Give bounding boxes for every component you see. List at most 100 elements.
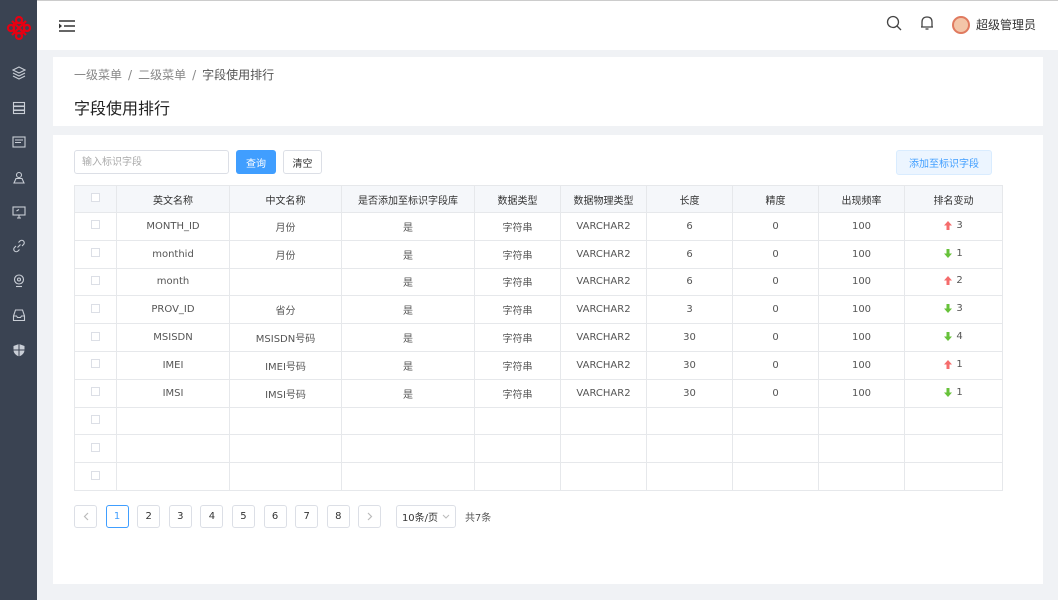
row-checkbox[interactable] — [91, 442, 100, 452]
sidebar-item-6[interactable] — [0, 229, 37, 264]
inbox-icon — [12, 309, 25, 322]
chevron-down-icon — [442, 514, 450, 519]
sidebar-item-7[interactable] — [0, 264, 37, 299]
row-select-cell[interactable] — [74, 434, 117, 464]
physical-type-cell — [560, 434, 647, 464]
bell-icon[interactable] — [920, 15, 934, 34]
row-select-cell[interactable] — [74, 239, 117, 269]
english-name-cell: IMSI — [116, 378, 230, 408]
added-cell: 是 — [341, 212, 475, 241]
next-page-button[interactable] — [358, 505, 382, 528]
row-checkbox[interactable] — [91, 387, 100, 397]
page-button-4[interactable]: 4 — [200, 505, 224, 528]
monitor-icon — [11, 206, 26, 219]
page-button-6[interactable]: 6 — [263, 505, 287, 528]
sidebar-item-4[interactable] — [0, 160, 37, 195]
row-select-cell[interactable] — [74, 323, 117, 352]
row-checkbox[interactable] — [91, 303, 100, 313]
column-header: 出现频率 — [818, 185, 905, 213]
page-button-8[interactable]: 8 — [326, 505, 350, 528]
row-checkbox[interactable] — [91, 248, 100, 258]
table-row[interactable]: monthid 月份是字符串 VARCHAR2 6 0 100 1 — [74, 239, 1003, 269]
english-name-cell: PROV_ID — [116, 295, 230, 325]
page-button-7[interactable]: 7 — [295, 505, 319, 528]
chevron-left-icon — [83, 512, 88, 521]
query-button[interactable]: 查询 — [236, 150, 276, 174]
sidebar-item-2[interactable] — [0, 91, 37, 126]
clear-button[interactable]: 清空 — [283, 150, 322, 174]
row-checkbox[interactable] — [91, 470, 100, 480]
rank-change-value: 1 — [956, 358, 963, 370]
table-row[interactable]: IMEI IMEI号码是字符串 VARCHAR2 30 0 100 1 — [74, 350, 1003, 380]
menu-toggle-icon[interactable] — [59, 20, 75, 35]
shield-icon — [13, 344, 24, 357]
sidebar-item-3[interactable] — [0, 125, 37, 160]
physical-type-cell: VARCHAR2 — [560, 267, 647, 297]
length-cell: 30 — [646, 323, 733, 352]
page-button-5[interactable]: 5 — [231, 505, 255, 528]
chinese-name-cell: 省分 — [229, 295, 342, 325]
username[interactable]: 超级管理员 — [976, 16, 1036, 33]
table-row[interactable] — [74, 434, 1003, 464]
prev-page-button[interactable] — [74, 505, 97, 528]
table-row[interactable]: IMSI IMSI号码是字符串 VARCHAR2 30 0 100 1 — [74, 378, 1003, 408]
arrow-down-icon — [944, 248, 953, 258]
table-row[interactable] — [74, 462, 1003, 491]
rank-change-value: 1 — [956, 247, 963, 259]
frequency-cell: 100 — [818, 295, 905, 325]
frequency-cell: 100 — [818, 212, 905, 241]
table-row[interactable]: MSISDN MSISDN号码是字符串 VARCHAR2 30 0 100 4 — [74, 323, 1003, 352]
table-row[interactable]: PROV_ID 省分是字符串 VARCHAR2 3 0 100 3 — [74, 295, 1003, 325]
add-to-identifier-button[interactable]: 添加至标识字段 — [896, 150, 992, 175]
breadcrumb-item-level2[interactable]: 二级菜单 — [138, 68, 186, 82]
breadcrumb-item-level1[interactable]: 一级菜单 — [74, 68, 122, 82]
precision-cell: 0 — [732, 378, 819, 408]
page-button-2[interactable]: 2 — [137, 505, 161, 528]
avatar[interactable] — [951, 15, 970, 34]
select-all-cell[interactable] — [74, 185, 117, 213]
sidebar-item-8[interactable] — [0, 298, 37, 333]
search-input[interactable] — [74, 150, 229, 174]
added-cell — [341, 406, 475, 436]
sidebar-item-9[interactable] — [0, 333, 37, 368]
table-row[interactable]: MONTH_ID 月份是字符串 VARCHAR2 6 0 100 3 — [74, 212, 1003, 241]
frequency-cell — [818, 462, 905, 491]
data-type-cell: 字符串 — [474, 295, 561, 325]
row-select-cell[interactable] — [74, 406, 117, 436]
physical-type-cell — [560, 406, 647, 436]
physical-type-cell: VARCHAR2 — [560, 212, 647, 241]
layers-icon — [11, 66, 26, 80]
pagination: 1 2 3 4 5 6 7 8 10条/页 共7条 — [74, 505, 491, 528]
rank-change-value: 3 — [956, 303, 963, 315]
table-row[interactable]: month 是字符串 VARCHAR2 6 0 100 2 — [74, 267, 1003, 297]
data-type-cell: 字符串 — [474, 212, 561, 241]
added-cell — [341, 434, 475, 464]
sidebar-item-1[interactable] — [0, 56, 37, 91]
topbar: 超级管理员 — [37, 0, 1058, 50]
row-select-cell[interactable] — [74, 350, 117, 380]
china-unicom-logo[interactable] — [0, 0, 37, 56]
row-select-cell[interactable] — [74, 267, 117, 297]
table-row[interactable] — [74, 406, 1003, 436]
length-cell — [646, 462, 733, 491]
row-checkbox[interactable] — [91, 414, 100, 424]
row-select-cell[interactable] — [74, 378, 117, 408]
row-select-cell[interactable] — [74, 462, 117, 491]
column-header: 英文名称 — [116, 185, 230, 213]
row-select-cell[interactable] — [74, 212, 117, 241]
search-icon[interactable] — [886, 15, 902, 34]
page-button-3[interactable]: 3 — [168, 505, 192, 528]
row-checkbox[interactable] — [91, 275, 100, 285]
precision-cell: 0 — [732, 212, 819, 241]
row-checkbox[interactable] — [91, 331, 100, 341]
page-button-1[interactable]: 1 — [105, 505, 129, 528]
arrow-up-icon — [944, 220, 953, 230]
row-checkbox[interactable] — [91, 359, 100, 369]
row-checkbox[interactable] — [91, 220, 100, 230]
sidebar-item-5[interactable] — [0, 194, 37, 229]
select-all-checkbox[interactable] — [91, 193, 100, 202]
frequency-cell: 100 — [818, 350, 905, 380]
row-select-cell[interactable] — [74, 295, 117, 325]
rank-change-value: 1 — [956, 386, 963, 398]
page-size-select[interactable]: 10条/页 — [395, 505, 456, 528]
